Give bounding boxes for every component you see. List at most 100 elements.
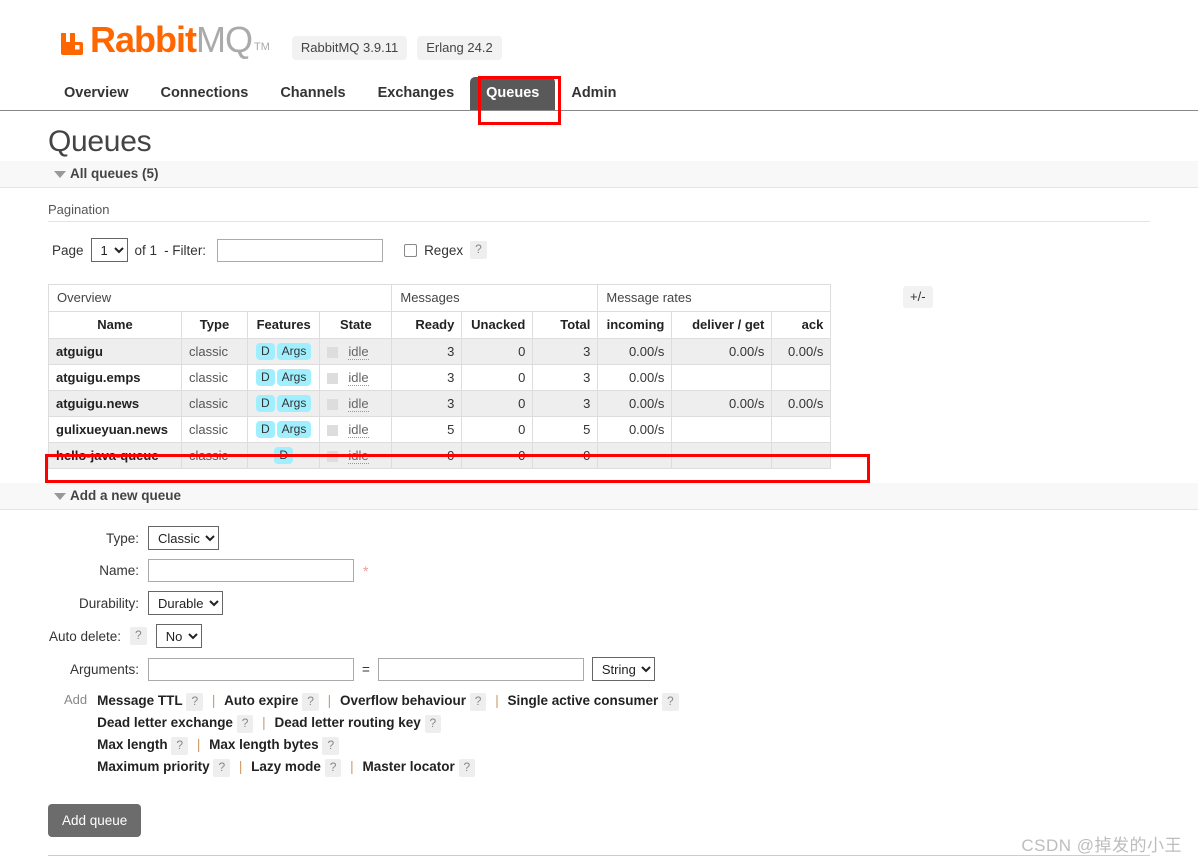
column-header-ack[interactable]: ack — [771, 311, 832, 339]
queue-name[interactable]: gulixueyuan.news — [48, 416, 182, 443]
table-row[interactable]: atguigu.news classic D Args idle 3 0 3 0.… — [48, 390, 832, 417]
nav-tab-overview[interactable]: Overview — [48, 77, 145, 110]
state-indicator-icon — [327, 347, 339, 359]
preset-maximum-priority-help-icon[interactable]: ? — [213, 759, 231, 777]
preset-separator: | — [196, 737, 201, 752]
regex-help-icon[interactable]: ? — [470, 241, 487, 259]
feature-badge-args[interactable]: Args — [276, 369, 312, 386]
queue-type: classic — [181, 364, 248, 391]
column-header-total[interactable]: Total — [532, 311, 599, 339]
queue-unacked: 0 — [461, 442, 534, 469]
column-header-name[interactable]: Name — [48, 311, 182, 339]
feature-badge-args[interactable]: Args — [276, 421, 312, 438]
preset-separator: | — [495, 693, 499, 708]
type-select[interactable]: Classic — [148, 526, 219, 550]
nav-tab-exchanges[interactable]: Exchanges — [362, 77, 471, 110]
form-row-durability: Durability: Durable — [48, 591, 1198, 615]
add-queue-submit-button[interactable]: Add queue — [48, 804, 142, 837]
feature-badge-durable[interactable]: D — [274, 447, 294, 464]
preset-max-length[interactable]: Max length — [97, 737, 168, 752]
nav-tab-admin[interactable]: Admin — [555, 77, 632, 110]
form-row-auto-delete: Auto delete: ? No — [48, 624, 1198, 648]
add-queue-section-header[interactable]: Add a new queue — [0, 483, 1198, 510]
preset-max-length-help-icon[interactable]: ? — [171, 737, 189, 755]
column-header-state[interactable]: State — [319, 311, 393, 339]
queue-name[interactable]: hello-java-queue — [48, 442, 182, 469]
preset-message-ttl-help-icon[interactable]: ? — [186, 693, 204, 711]
preset-row: Maximum priority ? | Lazy mode ? | Maste… — [97, 756, 679, 778]
argument-value-input[interactable] — [377, 657, 584, 681]
collapse-triangle-icon — [54, 171, 66, 178]
feature-badge-durable[interactable]: D — [256, 343, 275, 360]
argument-type-select[interactable]: String — [591, 657, 655, 681]
filter-input[interactable] — [217, 238, 384, 262]
preset-auto-expire-help-icon[interactable]: ? — [302, 693, 319, 711]
page-select[interactable]: 1 — [90, 238, 128, 262]
table-row[interactable]: hello-java-queue classic D idle 0 0 0 — [48, 442, 832, 469]
column-header-deliver-get[interactable]: deliver / get — [671, 311, 773, 339]
preset-max-length-bytes[interactable]: Max length bytes — [209, 737, 319, 752]
preset-auto-expire[interactable]: Auto expire — [224, 693, 298, 708]
nav-tab-connections[interactable]: Connections — [145, 77, 265, 110]
queue-features: D — [246, 442, 321, 469]
nav-tab-channels[interactable]: Channels — [264, 77, 361, 110]
queue-total: 0 — [532, 442, 599, 469]
preset-lazy-mode-help-icon[interactable]: ? — [324, 759, 342, 777]
preset-dead-letter-exchange[interactable]: Dead letter exchange — [97, 715, 233, 730]
preset-row: Message TTL ? | Auto expire ? | Overflow… — [97, 690, 679, 712]
column-header-features[interactable]: Features — [246, 311, 321, 339]
all-queues-section-header[interactable]: All queues (5) — [0, 161, 1198, 188]
nav-tab-queues[interactable]: Queues — [470, 77, 556, 110]
column-header-unacked[interactable]: Unacked — [461, 311, 534, 339]
feature-badge-durable[interactable]: D — [256, 369, 275, 386]
logo-text-rabbit: Rabbit — [90, 19, 197, 60]
queue-deliver-get-rate — [671, 442, 773, 469]
preset-single-active-consumer[interactable]: Single active consumer — [507, 693, 658, 708]
queue-name[interactable]: atguigu.emps — [48, 364, 182, 391]
auto-delete-help-icon[interactable]: ? — [130, 627, 147, 645]
queue-features: D Args — [246, 390, 321, 417]
name-label: Name: — [99, 563, 139, 578]
column-header-ready[interactable]: Ready — [391, 311, 463, 339]
pagination-label: Pagination — [48, 202, 110, 217]
durability-select[interactable]: Durable — [148, 591, 223, 615]
table-column-header-row: Name Type Features State Ready Unacked T… — [48, 311, 832, 339]
column-header-incoming[interactable]: incoming — [597, 311, 673, 339]
collapse-triangle-icon — [54, 493, 66, 500]
rabbitmq-logo[interactable]: RabbitMQ TM — [58, 19, 270, 60]
preset-dead-letter-routing-key[interactable]: Dead letter routing key — [274, 715, 420, 730]
toggle-columns-button[interactable]: +/- — [903, 286, 933, 308]
queue-name-input[interactable] — [148, 559, 354, 582]
preset-master-locator[interactable]: Master locator — [362, 759, 454, 774]
preset-overflow-behaviour-help-icon[interactable]: ? — [469, 693, 487, 711]
argument-key-input[interactable] — [148, 657, 354, 681]
feature-badge-durable[interactable]: D — [256, 395, 275, 412]
preset-max-length-bytes-help-icon[interactable]: ? — [322, 737, 340, 755]
queue-state: idle — [319, 364, 393, 391]
table-row[interactable]: atguigu classic D Args idle 3 0 3 0.00/s … — [48, 338, 832, 365]
queue-name[interactable]: atguigu — [48, 338, 182, 365]
queue-features: D Args — [246, 364, 321, 391]
preset-overflow-behaviour[interactable]: Overflow behaviour — [340, 693, 466, 708]
add-queue-label: Add a new queue — [70, 488, 182, 503]
state-indicator-icon — [327, 425, 339, 437]
feature-badge-args[interactable]: Args — [276, 343, 312, 360]
preset-single-active-consumer-help-icon[interactable]: ? — [662, 693, 679, 711]
preset-dead-letter-routing-key-help-icon[interactable]: ? — [424, 715, 442, 733]
preset-master-locator-help-icon[interactable]: ? — [458, 759, 476, 777]
auto-delete-select[interactable]: No — [155, 624, 202, 648]
preset-lazy-mode[interactable]: Lazy mode — [251, 759, 321, 774]
queues-table: Overview Messages Message rates Name Typ… — [47, 284, 832, 469]
table-row[interactable]: atguigu.emps classic D Args idle 3 0 3 0.… — [48, 364, 832, 391]
regex-checkbox[interactable] — [404, 243, 418, 257]
preset-maximum-priority[interactable]: Maximum priority — [97, 759, 210, 774]
feature-badge-durable[interactable]: D — [256, 421, 275, 438]
table-row[interactable]: gulixueyuan.news classic D Args idle 5 0 … — [48, 416, 832, 443]
regex-label: Regex — [424, 242, 464, 258]
column-header-type[interactable]: Type — [181, 311, 248, 339]
feature-badge-args[interactable]: Args — [276, 395, 312, 412]
preset-dead-letter-exchange-help-icon[interactable]: ? — [236, 715, 254, 733]
queue-name[interactable]: atguigu.news — [48, 390, 182, 417]
preset-message-ttl[interactable]: Message TTL — [97, 693, 183, 708]
queue-unacked: 0 — [461, 416, 534, 443]
